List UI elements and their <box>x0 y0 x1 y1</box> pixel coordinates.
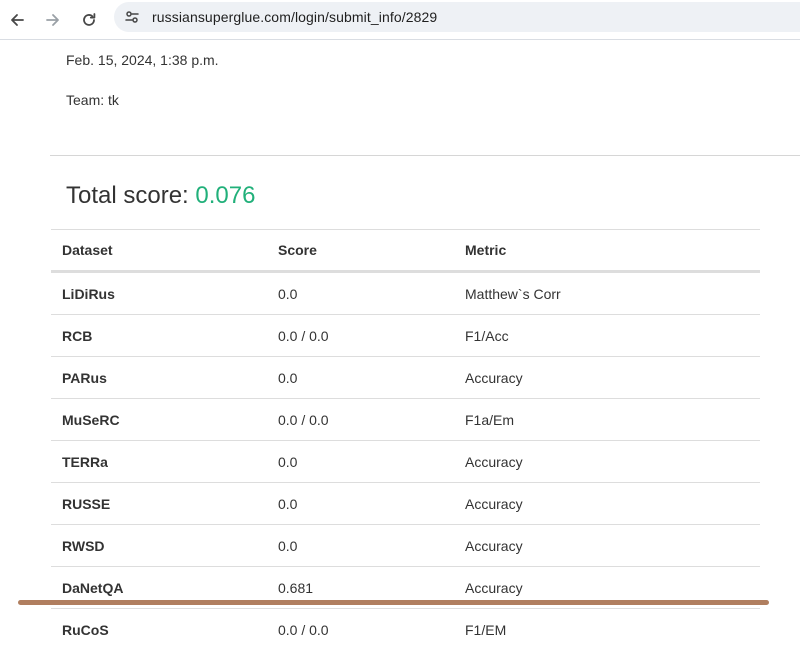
row-score: 0.0 <box>278 369 298 386</box>
table-row: PARus 0.0 Accuracy <box>51 356 760 398</box>
row-metric: Accuracy <box>465 495 523 512</box>
total-score-value: 0.076 <box>195 182 256 209</box>
annotation-underline <box>18 600 769 605</box>
row-dataset: RWSD <box>62 537 105 554</box>
results-table: Dataset Score Metric LiDiRus 0.0 Matthew… <box>51 229 760 650</box>
table-row: RCB 0.0 / 0.0 F1/Acc <box>51 314 760 356</box>
submission-date: Feb. 15, 2024, 1:38 p.m. <box>66 52 219 68</box>
row-metric: F1a/Em <box>465 411 515 428</box>
row-metric: Accuracy <box>465 369 523 386</box>
team-name: Team: tk <box>66 92 119 108</box>
table-row: MuSeRC 0.0 / 0.0 F1a/Em <box>51 398 760 440</box>
forward-icon[interactable] <box>41 8 65 32</box>
header-metric: Metric <box>465 242 507 258</box>
row-metric: F1/Acc <box>465 327 509 344</box>
header-dataset: Dataset <box>62 242 113 258</box>
row-score: 0.0 / 0.0 <box>278 411 329 428</box>
tune-icon[interactable] <box>122 7 142 27</box>
back-icon[interactable] <box>5 8 29 32</box>
table-row: LiDiRus 0.0 Matthew`s Corr <box>51 272 760 314</box>
reload-icon[interactable] <box>77 8 101 32</box>
row-score: 0.0 <box>278 537 298 554</box>
row-dataset: LiDiRus <box>62 285 115 302</box>
table-row: RUSSE 0.0 Accuracy <box>51 482 760 524</box>
table-row: RuCoS 0.0 / 0.0 F1/EM <box>51 608 760 650</box>
header-score: Score <box>278 242 317 258</box>
table-row: RWSD 0.0 Accuracy <box>51 524 760 566</box>
row-score: 0.0 <box>278 453 298 470</box>
row-metric: F1/EM <box>465 621 507 638</box>
row-metric: Accuracy <box>465 537 523 554</box>
row-dataset: RuCoS <box>62 621 109 638</box>
table-row: TERRa 0.0 Accuracy <box>51 440 760 482</box>
row-score: 0.0 <box>278 495 298 512</box>
row-dataset: PARus <box>62 369 107 386</box>
total-score-label: Total score: <box>66 182 189 209</box>
row-score: 0.0 / 0.0 <box>278 621 329 638</box>
row-score: 0.0 / 0.0 <box>278 327 329 344</box>
url-text[interactable]: russiansuperglue.com/login/submit_info/2… <box>152 9 437 25</box>
table-header: Dataset Score Metric <box>51 229 760 272</box>
row-score: 0.0 <box>278 285 298 302</box>
total-score: Total score: 0.076 <box>66 182 255 210</box>
address-bar[interactable]: russiansuperglue.com/login/submit_info/2… <box>114 2 800 32</box>
row-dataset: RCB <box>62 327 93 344</box>
row-metric: Matthew`s Corr <box>465 285 561 302</box>
browser-toolbar: russiansuperglue.com/login/submit_info/2… <box>0 0 800 40</box>
row-dataset: RUSSE <box>62 495 111 512</box>
row-metric: Accuracy <box>465 453 523 470</box>
row-dataset: MuSeRC <box>62 411 120 428</box>
section-divider <box>50 155 800 156</box>
row-dataset: TERRa <box>62 453 108 470</box>
